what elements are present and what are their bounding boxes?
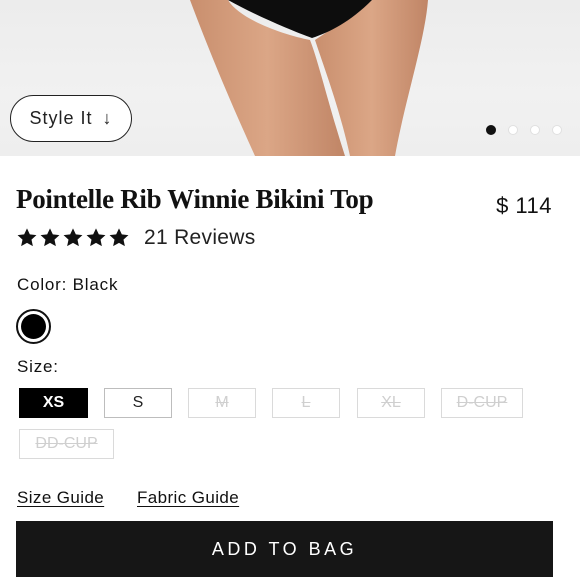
- size-option-d-cup[interactable]: D-CUP: [441, 388, 523, 418]
- carousel-dot[interactable]: [530, 125, 540, 135]
- color-swatch-black[interactable]: [16, 309, 51, 344]
- rating[interactable]: 21 Reviews: [16, 226, 256, 250]
- star-icon: [63, 228, 83, 247]
- size-option-m[interactable]: M: [188, 388, 256, 418]
- arrow-down-icon: ↓: [102, 108, 113, 128]
- reviews-link[interactable]: 21 Reviews: [144, 226, 256, 250]
- carousel-dot[interactable]: [486, 125, 496, 135]
- size-option-xl[interactable]: XL: [357, 388, 425, 418]
- product-title: Pointelle Rib Winnie Bikini Top: [16, 184, 374, 214]
- star-icon: [17, 228, 37, 247]
- carousel-dots: [486, 125, 562, 135]
- star-rating: [16, 227, 130, 249]
- size-option-s[interactable]: S: [104, 388, 172, 418]
- size-guide-link[interactable]: Size Guide: [17, 488, 104, 508]
- color-label: Color: Black: [17, 275, 119, 294]
- style-it-label: Style It: [29, 108, 93, 128]
- size-option-xs[interactable]: XS: [19, 388, 88, 418]
- star-icon: [86, 228, 106, 247]
- size-label: Size:: [17, 357, 59, 376]
- size-option-l[interactable]: L: [272, 388, 340, 418]
- swatch-fill: [21, 314, 46, 339]
- star-icon: [109, 228, 129, 247]
- style-it-button[interactable]: Style It ↓: [10, 95, 132, 142]
- add-to-bag-button[interactable]: ADD TO BAG: [16, 521, 553, 577]
- size-option-dd-cup[interactable]: DD-CUP: [19, 429, 114, 459]
- product-price: $ 114: [496, 193, 552, 218]
- carousel-dot[interactable]: [552, 125, 562, 135]
- star-icon: [40, 228, 60, 247]
- fabric-guide-link[interactable]: Fabric Guide: [137, 488, 239, 508]
- carousel-dot[interactable]: [508, 125, 518, 135]
- product-image[interactable]: Style It ↓: [0, 0, 580, 156]
